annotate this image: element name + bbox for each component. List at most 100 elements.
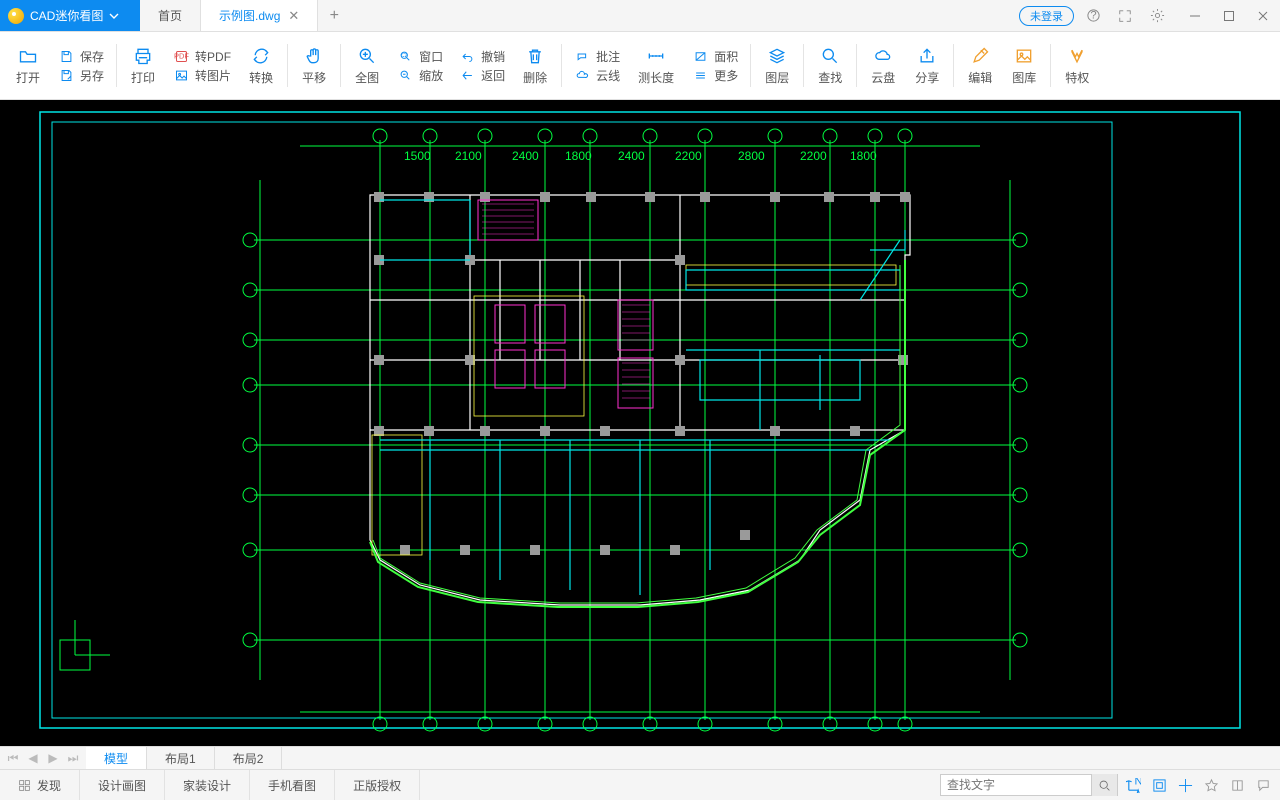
annotate-icon [575, 49, 590, 64]
delete-button[interactable]: 删除 [513, 36, 557, 95]
main-toolbar: 打开 保存 另存 打印 PDF转PDF 转图片 转换 平移 全图 窗口 缩放 撤… [0, 32, 1280, 100]
pdf-icon: PDF [174, 49, 189, 64]
next-layout-button[interactable]: ▶ [44, 749, 62, 767]
drawing-canvas[interactable]: 150021002400180024002200280022001800 [0, 100, 1280, 746]
folder-open-icon [18, 46, 38, 66]
svg-text:1800: 1800 [850, 149, 877, 163]
title-bar: CAD迷你看图 首页 示例图.dwg ✕ + 未登录 ? [0, 0, 1280, 32]
crosshair-toggle-icon[interactable] [1174, 774, 1196, 796]
grid-icon [18, 779, 31, 792]
status-license[interactable]: 正版授权 [335, 770, 420, 800]
first-layout-button[interactable]: ⏮ [4, 749, 22, 767]
maximize-button[interactable] [1212, 0, 1246, 31]
prev-layout-button[interactable]: ◀ [24, 749, 42, 767]
title-actions: 未登录 ? [1011, 0, 1178, 31]
area-button[interactable]: 面积 [692, 48, 738, 65]
hand-icon [304, 46, 324, 66]
minimize-button[interactable] [1178, 0, 1212, 31]
library-button[interactable]: 图库 [1002, 36, 1046, 95]
book-icon[interactable] [1226, 774, 1248, 796]
more-icon [693, 68, 708, 83]
back-icon [460, 68, 475, 83]
save-icon [59, 49, 74, 64]
cloudline-button[interactable]: 云线 [574, 67, 620, 84]
vip-icon [1067, 46, 1087, 66]
last-layout-button[interactable]: ⏭ [64, 749, 82, 767]
login-button[interactable]: 未登录 [1019, 6, 1074, 26]
layout-tab-1[interactable]: 布局1 [147, 747, 215, 769]
saveas-icon [59, 68, 74, 83]
window-icon [398, 49, 413, 64]
svg-text:?: ? [1090, 9, 1096, 21]
print-button[interactable]: 打印 [121, 36, 165, 95]
search-input[interactable] [941, 778, 1091, 792]
tabs: 首页 示例图.dwg ✕ + [140, 0, 350, 31]
open-button[interactable]: 打开 [6, 36, 50, 95]
share-button[interactable]: 分享 [905, 36, 949, 95]
svg-text:1800: 1800 [565, 149, 592, 163]
ruler-icon [646, 46, 666, 66]
zoom-scale-button[interactable]: 缩放 [397, 67, 443, 84]
trash-icon [525, 46, 545, 66]
layers-button[interactable]: 图层 [755, 36, 799, 95]
pan-button[interactable]: 平移 [292, 36, 336, 95]
edit-button[interactable]: 编辑 [958, 36, 1002, 95]
saveas-button[interactable]: 另存 [58, 67, 104, 84]
tab-home[interactable]: 首页 [140, 0, 201, 31]
cloud-disk-icon [873, 46, 893, 66]
zoom-window-button[interactable]: 窗口 [397, 48, 443, 65]
help-icon[interactable]: ? [1080, 3, 1106, 29]
app-title-block[interactable]: CAD迷你看图 [0, 0, 140, 31]
library-icon [1014, 46, 1034, 66]
star-icon[interactable] [1200, 774, 1222, 796]
toimage-button[interactable]: 转图片 [173, 67, 231, 84]
find-button[interactable]: 查找 [808, 36, 852, 95]
status-design[interactable]: 设计画图 [80, 770, 165, 800]
svg-text:N: N [1134, 778, 1141, 788]
close-icon[interactable]: ✕ [288, 8, 299, 24]
save-button[interactable]: 保存 [58, 48, 104, 65]
measure-button[interactable]: 测长度 [628, 36, 684, 95]
fullscreen-icon[interactable] [1112, 3, 1138, 29]
svg-text:2800: 2800 [738, 149, 765, 163]
clouddisk-button[interactable]: 云盘 [861, 36, 905, 95]
search-icon [1098, 779, 1111, 792]
feedback-icon[interactable] [1252, 774, 1274, 796]
vip-button[interactable]: 特权 [1055, 36, 1099, 95]
layout-tab-model[interactable]: 模型 [86, 747, 147, 769]
zoom-extents-icon [357, 46, 377, 66]
annotate-button[interactable]: 批注 [574, 48, 620, 65]
cad-drawing: 150021002400180024002200280022001800 [0, 100, 1280, 740]
convert-icon [251, 46, 271, 66]
layout-tab-2[interactable]: 布局2 [215, 747, 283, 769]
undo-button[interactable]: 撤销 [459, 48, 505, 65]
convert-button[interactable]: 转换 [239, 36, 283, 95]
svg-text:2400: 2400 [512, 149, 539, 163]
layers-icon [767, 46, 787, 66]
add-tab-button[interactable]: + [318, 0, 350, 31]
area-icon [693, 49, 708, 64]
back-button[interactable]: 返回 [459, 67, 505, 84]
status-discover[interactable]: 发现 [0, 770, 80, 800]
svg-text:2100: 2100 [455, 149, 482, 163]
tab-file[interactable]: 示例图.dwg ✕ [201, 0, 318, 31]
zoom-icon [398, 68, 413, 83]
topdf-button[interactable]: PDF转PDF [173, 48, 231, 65]
cloud-icon [575, 68, 590, 83]
zoom-extents-button[interactable]: 全图 [345, 36, 389, 95]
app-name: CAD迷你看图 [30, 7, 103, 24]
chevron-down-icon [109, 11, 119, 21]
status-home[interactable]: 家装设计 [165, 770, 250, 800]
search-icon [820, 46, 840, 66]
gear-icon[interactable] [1144, 3, 1170, 29]
more-button[interactable]: 更多 [692, 67, 738, 84]
coords-toggle-icon[interactable]: N [1122, 774, 1144, 796]
extents-toggle-icon[interactable] [1148, 774, 1170, 796]
svg-text:1500: 1500 [404, 149, 431, 163]
search-button[interactable] [1091, 774, 1117, 796]
image-icon [174, 68, 189, 83]
close-button[interactable] [1246, 0, 1280, 31]
status-mobile[interactable]: 手机看图 [250, 770, 335, 800]
undo-icon [460, 49, 475, 64]
window-controls [1178, 0, 1280, 31]
